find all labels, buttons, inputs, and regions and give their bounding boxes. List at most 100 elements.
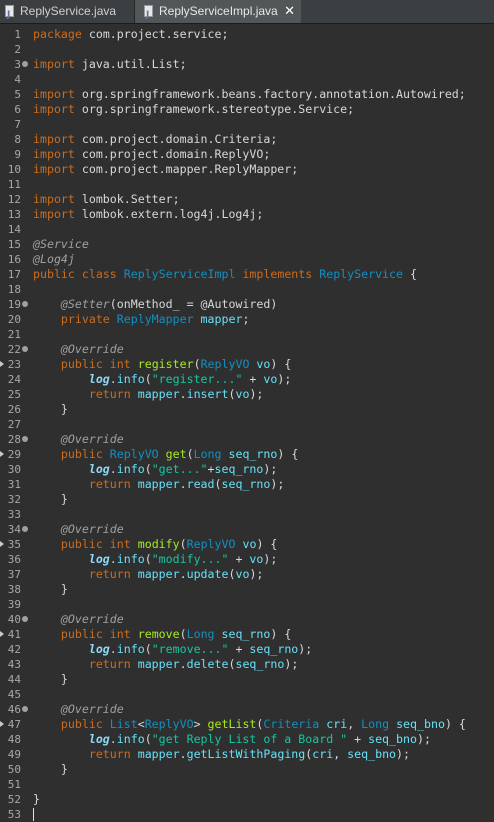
code-line[interactable]: 38 } bbox=[0, 582, 494, 597]
code-line[interactable]: 29 public ReplyVO get(Long seq_rno) { bbox=[0, 447, 494, 462]
code-token: + bbox=[242, 372, 264, 386]
code-token: + bbox=[228, 552, 250, 566]
code-line[interactable]: 3 import java.util.List; bbox=[0, 57, 494, 72]
code-line[interactable]: 42 log.info("remove..." + seq_rno); bbox=[0, 642, 494, 657]
code-line[interactable]: 40 @Override bbox=[0, 612, 494, 627]
code-line[interactable]: 23 public int register(ReplyVO vo) { bbox=[0, 357, 494, 372]
fold-toggle-icon[interactable] bbox=[22, 526, 28, 532]
code-line[interactable]: 32 } bbox=[0, 492, 494, 507]
code-token: return bbox=[88, 657, 131, 671]
code-line[interactable]: 11 bbox=[0, 177, 494, 192]
code-token: return bbox=[88, 747, 131, 761]
line-number: 7 bbox=[14, 118, 21, 131]
code-token: seq_bno bbox=[368, 732, 417, 746]
code-line[interactable]: 8 import com.project.domain.Criteria; bbox=[0, 132, 494, 147]
code-line[interactable]: 26 } bbox=[0, 402, 494, 417]
code-token: . bbox=[179, 657, 187, 671]
tab-reply-service-impl[interactable]: J ReplyServiceImpl.java ✕ bbox=[135, 0, 301, 23]
code-token: import bbox=[33, 132, 75, 146]
code-line[interactable]: 10 import com.project.mapper.ReplyMapper; bbox=[0, 162, 494, 177]
code-token: ReplyVO bbox=[186, 537, 236, 551]
code-line[interactable]: 30 log.info("get..."+seq_rno); bbox=[0, 462, 494, 477]
code-line[interactable]: 4 bbox=[0, 72, 494, 87]
code-line[interactable]: 20 private ReplyMapper mapper; bbox=[0, 312, 494, 327]
override-indicator-icon[interactable] bbox=[0, 631, 4, 637]
code-text: public ReplyVO get(Long seq_rno) { bbox=[33, 447, 298, 462]
code-line[interactable]: 1 package com.project.service; bbox=[0, 27, 494, 42]
tab-reply-service[interactable]: J ReplyService.java bbox=[0, 0, 135, 23]
code-line[interactable]: 43 return mapper.delete(seq_rno); bbox=[0, 657, 494, 672]
code-line[interactable]: 6 import org.springframework.stereotype.S… bbox=[0, 102, 494, 117]
code-line[interactable]: 51 bbox=[0, 777, 494, 792]
code-token: ); bbox=[298, 642, 313, 656]
code-text: import com.project.domain.Criteria; bbox=[33, 132, 277, 147]
code-line[interactable]: 39 bbox=[0, 597, 494, 612]
code-line[interactable]: 19 @Setter(onMethod_ = @Autowired) bbox=[0, 297, 494, 312]
code-line[interactable]: 33 bbox=[0, 507, 494, 522]
code-line[interactable]: 21 bbox=[0, 327, 494, 342]
fold-toggle-icon[interactable] bbox=[22, 436, 28, 442]
code-line[interactable]: 53 bbox=[0, 807, 494, 822]
code-line[interactable]: 41 public int remove(Long seq_rno) { bbox=[0, 627, 494, 642]
override-indicator-icon[interactable] bbox=[0, 721, 4, 727]
code-line[interactable]: 22 @Override bbox=[0, 342, 494, 357]
code-token: mapper bbox=[137, 567, 180, 581]
code-line[interactable]: 44 } bbox=[0, 672, 494, 687]
code-line[interactable]: 15 @Service bbox=[0, 237, 494, 252]
code-line[interactable]: 9 import com.project.domain.ReplyVO; bbox=[0, 147, 494, 162]
code-token: info bbox=[116, 462, 145, 476]
code-line[interactable]: 18 bbox=[0, 282, 494, 297]
code-token: Long bbox=[361, 717, 390, 731]
fold-toggle-icon[interactable] bbox=[22, 616, 28, 622]
override-indicator-icon[interactable] bbox=[0, 451, 4, 457]
close-tab-icon[interactable]: ✕ bbox=[284, 0, 295, 23]
code-line[interactable]: 46 @Override bbox=[0, 702, 494, 717]
code-text: log.info("modify..." + vo); bbox=[33, 552, 278, 567]
code-line[interactable]: 2 bbox=[0, 42, 494, 57]
code-text: @Service bbox=[33, 237, 89, 252]
code-text: import com.project.domain.ReplyVO; bbox=[33, 147, 270, 162]
code-token: getList bbox=[207, 717, 257, 731]
code-line[interactable]: 12 import lombok.Setter; bbox=[0, 192, 494, 207]
code-line[interactable]: 48 log.info("get Reply List of a Board "… bbox=[0, 732, 494, 747]
fold-toggle-icon[interactable] bbox=[22, 346, 28, 352]
code-line[interactable]: 34 @Override bbox=[0, 522, 494, 537]
code-text: public List<ReplyVO> getList(Criteria cr… bbox=[33, 717, 466, 732]
code-line[interactable]: 49 return mapper.getListWithPaging(cri, … bbox=[0, 747, 494, 762]
code-line[interactable]: 28 @Override bbox=[0, 432, 494, 447]
code-line[interactable]: 7 bbox=[0, 117, 494, 132]
code-line[interactable]: 31 return mapper.read(seq_rno); bbox=[0, 477, 494, 492]
code-token: log bbox=[88, 462, 110, 476]
override-indicator-icon[interactable] bbox=[0, 361, 4, 367]
code-line[interactable]: 14 bbox=[0, 222, 494, 237]
line-number: 44 bbox=[7, 673, 21, 686]
code-line[interactable]: 17 public class ReplyServiceImpl implemen… bbox=[0, 267, 494, 282]
code-token: com.project.service; bbox=[81, 27, 229, 41]
code-token: seq_rno bbox=[235, 657, 285, 671]
code-line[interactable]: 35 public int modify(ReplyVO vo) { bbox=[0, 537, 494, 552]
line-number: 12 bbox=[7, 193, 21, 206]
fold-toggle-icon[interactable] bbox=[22, 706, 28, 712]
code-editor[interactable]: 1 package com.project.service; 2 3 import ja… bbox=[0, 24, 494, 822]
fold-toggle-icon[interactable] bbox=[22, 61, 28, 67]
code-line[interactable]: 50 } bbox=[0, 762, 494, 777]
code-line[interactable]: 47 public List<ReplyVO> getList(Criteria… bbox=[0, 717, 494, 732]
code-line[interactable]: 25 return mapper.insert(vo); bbox=[0, 387, 494, 402]
code-line[interactable]: 13 import lombok.extern.log4j.Log4j; bbox=[0, 207, 494, 222]
code-line[interactable]: 52} bbox=[0, 792, 494, 807]
code-line[interactable]: 45 bbox=[0, 687, 494, 702]
code-line[interactable]: 36 log.info("modify..." + vo); bbox=[0, 552, 494, 567]
code-line[interactable]: 37 return mapper.update(vo); bbox=[0, 567, 494, 582]
code-token: ); bbox=[396, 747, 411, 761]
code-text: @Override bbox=[33, 612, 124, 627]
override-indicator-icon[interactable] bbox=[0, 541, 4, 547]
fold-toggle-icon[interactable] bbox=[22, 301, 28, 307]
code-line[interactable]: 27 bbox=[0, 417, 494, 432]
code-line[interactable]: 24 log.info("register..." + vo); bbox=[0, 372, 494, 387]
code-line[interactable]: 5 import org.springframework.beans.factor… bbox=[0, 87, 494, 102]
code-line[interactable]: 16 @Log4j bbox=[0, 252, 494, 267]
